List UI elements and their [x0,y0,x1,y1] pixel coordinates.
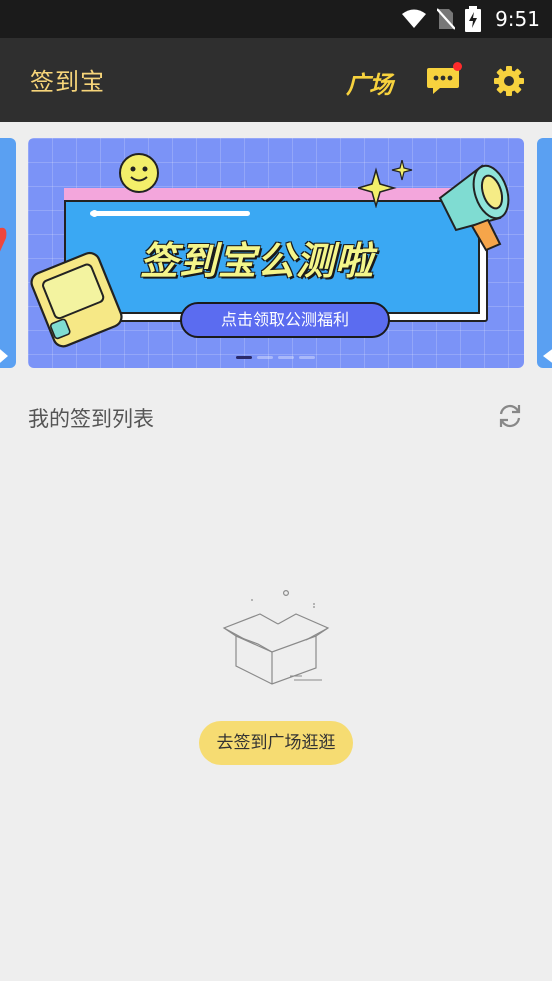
banner-panel-bar [90,211,250,216]
status-bar: 9:51 [0,0,552,38]
messages-button[interactable] [426,62,462,96]
banner-carousel[interactable]: 签到宝公测啦 点击领取公测福利 [0,138,552,368]
status-time: 9:51 [495,7,540,31]
banner-cta-button[interactable]: 点击领取公测福利 [180,302,390,338]
carousel-dot [299,356,315,359]
empty-box-icon [222,589,330,685]
status-icons: 9:51 [401,6,540,32]
promo-banner[interactable]: 签到宝公测啦 点击领取公测福利 [28,138,524,368]
carousel-dot-active [236,356,252,359]
sparkle-icon [358,160,413,208]
game-console-icon [30,251,123,348]
unread-badge [453,62,462,71]
banner-headline: 签到宝公测啦 [140,239,375,283]
carousel-dot [257,356,273,359]
go-to-square-button[interactable]: 去签到广场逛逛 [199,721,353,765]
app-bar: 签到宝 广场 [0,38,552,122]
section-title: 我的签到列表 [28,407,154,431]
megaphone-icon [438,164,510,252]
refresh-button[interactable] [496,402,524,430]
square-button[interactable]: 广场 [346,65,393,100]
next-banner-peek[interactable] [537,138,552,368]
refresh-icon [499,404,521,428]
no-sim-icon [437,8,456,30]
carousel-dot [278,356,294,359]
smiley-icon [119,153,159,193]
settings-button[interactable] [493,65,525,97]
carousel-indicator [236,356,315,359]
battery-charging-icon [465,6,482,32]
previous-banner-peek[interactable] [0,138,16,368]
gear-icon [494,66,524,96]
app-title: 签到宝 [30,68,105,96]
wifi-icon [402,9,427,28]
